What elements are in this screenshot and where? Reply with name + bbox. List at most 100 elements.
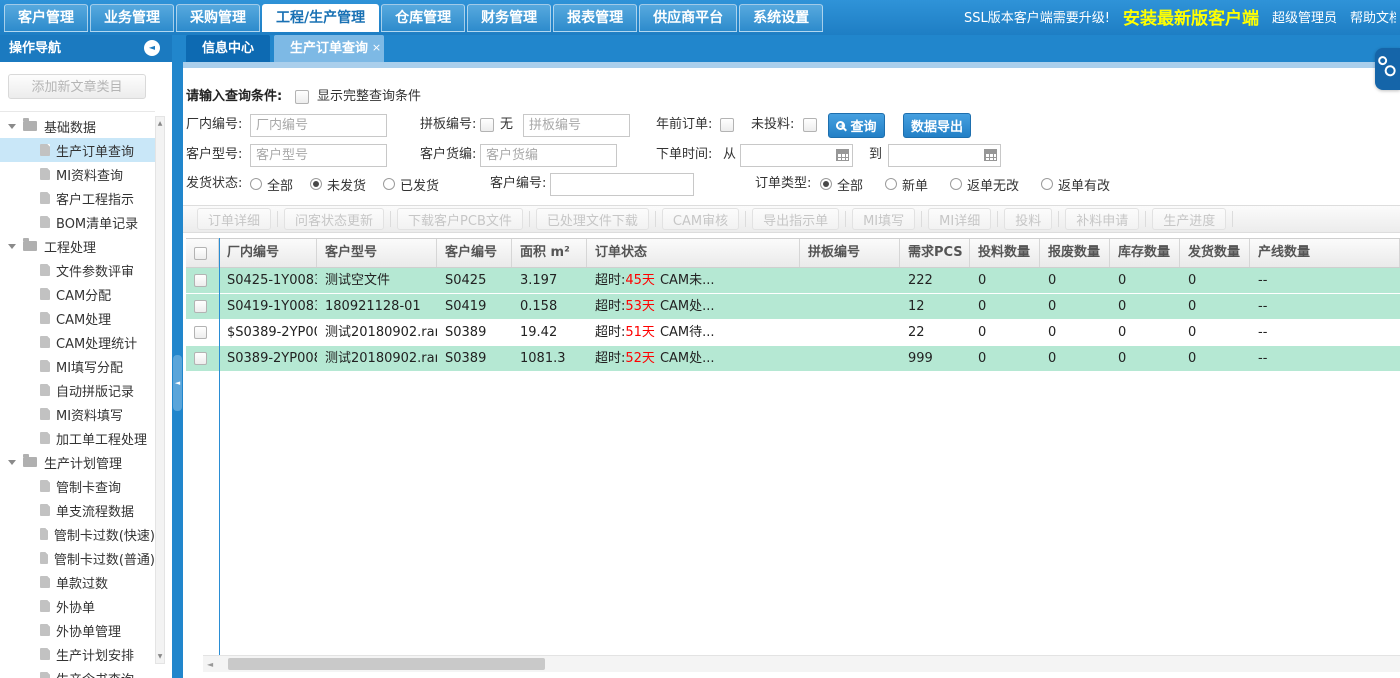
- customer-no-input[interactable]: [550, 173, 694, 196]
- not-fed-checkbox[interactable]: [803, 118, 817, 132]
- support-float-icon[interactable]: [1375, 48, 1400, 90]
- column-header[interactable]: 库存数量: [1110, 239, 1180, 267]
- toolbar-button[interactable]: MI详细: [928, 208, 991, 230]
- search-button[interactable]: 查询: [828, 113, 885, 138]
- help-link[interactable]: 帮助文档: [1350, 7, 1396, 26]
- radio-option[interactable]: 全部: [250, 175, 293, 194]
- column-header[interactable]: 投料数量: [970, 239, 1040, 267]
- factory-no-input[interactable]: [250, 114, 387, 137]
- toolbar-button[interactable]: 补料申请: [1065, 208, 1139, 230]
- tree-item[interactable]: CAM处理: [0, 306, 155, 330]
- radio-option[interactable]: 已发货: [383, 175, 439, 194]
- row-checkbox[interactable]: [194, 326, 207, 339]
- table-row[interactable]: S0389-2YP00811 测试20180902.rar S0389 1081…: [186, 346, 1400, 372]
- install-client-link[interactable]: 安装最新版客户端: [1123, 4, 1259, 29]
- caret-down-icon[interactable]: [8, 124, 16, 129]
- column-header[interactable]: 客户编号: [437, 239, 512, 267]
- table-row[interactable]: S0425-1Y00833 测试空文件 S0425 3.197 超时:45天CA…: [186, 268, 1400, 294]
- nav-tab[interactable]: 供应商平台: [639, 4, 737, 32]
- nav-tab[interactable]: 财务管理: [467, 4, 551, 32]
- tree-item[interactable]: 外协单管理: [0, 618, 155, 642]
- nav-tab[interactable]: 系统设置: [739, 4, 823, 32]
- tree-item[interactable]: 单款过数: [0, 570, 155, 594]
- toolbar-button[interactable]: MI填写: [852, 208, 915, 230]
- nav-tab[interactable]: 业务管理: [90, 4, 174, 32]
- row-checkbox[interactable]: [194, 300, 207, 313]
- toolbar-button[interactable]: 导出指示单: [752, 208, 839, 230]
- order-time-from-input[interactable]: [740, 144, 853, 167]
- table-row[interactable]: S0419-1Y0083... 180921128-01 S0419 0.158…: [186, 294, 1400, 320]
- calendar-icon[interactable]: [984, 149, 997, 161]
- select-all-checkbox[interactable]: [194, 247, 207, 260]
- table-row[interactable]: $S0389-2YP00... 测试20180902.rar S0389 19.…: [186, 320, 1400, 346]
- export-button[interactable]: 数据导出: [903, 113, 971, 138]
- toolbar-button[interactable]: CAM审核: [662, 208, 739, 230]
- scroll-up-icon[interactable]: ▲: [156, 120, 164, 127]
- column-header[interactable]: 厂内编号: [219, 239, 317, 267]
- panel-splitter[interactable]: ◄: [172, 62, 183, 678]
- column-header[interactable]: 拼板编号: [800, 239, 900, 267]
- nav-tab[interactable]: 工程/生产管理: [262, 4, 379, 32]
- tree-item[interactable]: 生产计划管理: [0, 450, 155, 474]
- content-tab[interactable]: 生产订单查询 ×: [274, 35, 384, 62]
- tree-item[interactable]: 管制卡过数(快速): [0, 522, 155, 546]
- tree-item[interactable]: 单支流程数据: [0, 498, 155, 522]
- tree-item[interactable]: 工程处理: [0, 234, 155, 258]
- column-header[interactable]: 客户型号: [317, 239, 437, 267]
- splitter-collapse-handle[interactable]: ◄: [173, 355, 182, 411]
- customer-model-input[interactable]: [250, 144, 387, 167]
- tree-item[interactable]: 管制卡过数(普通): [0, 546, 155, 570]
- horizontal-scrollbar[interactable]: ◄: [203, 655, 1400, 672]
- panel-no-input[interactable]: [523, 114, 630, 137]
- sidebar-scrollbar[interactable]: ▲ ▼: [155, 116, 165, 664]
- order-time-to-input[interactable]: [888, 144, 1001, 167]
- tree-item[interactable]: 生产计划安排: [0, 642, 155, 666]
- column-header[interactable]: 产线数量: [1250, 239, 1400, 267]
- panel-none-checkbox[interactable]: [480, 118, 494, 132]
- toolbar-button[interactable]: 问客状态更新: [284, 208, 384, 230]
- column-header[interactable]: 需求PCS: [900, 239, 970, 267]
- column-header[interactable]: 报废数量: [1040, 239, 1110, 267]
- tree-item[interactable]: 生产令书查询: [0, 666, 155, 678]
- customer-code-input[interactable]: [480, 144, 617, 167]
- nav-tab[interactable]: 仓库管理: [381, 4, 465, 32]
- show-full-checkbox[interactable]: [295, 90, 309, 104]
- horizontal-scroll-thumb[interactable]: [228, 658, 545, 670]
- column-header[interactable]: 订单状态: [587, 239, 800, 267]
- scroll-down-icon[interactable]: ▼: [156, 653, 164, 660]
- tree-item[interactable]: 自动拼版记录: [0, 378, 155, 402]
- tree-item[interactable]: MI资料填写: [0, 402, 155, 426]
- column-header[interactable]: 发货数量: [1180, 239, 1250, 267]
- nav-tab[interactable]: 客户管理: [4, 4, 88, 32]
- nav-tab[interactable]: 报表管理: [553, 4, 637, 32]
- toolbar-button[interactable]: 投料: [1004, 208, 1052, 230]
- pre-year-checkbox[interactable]: [720, 118, 734, 132]
- add-category-button[interactable]: 添加新文章类目: [8, 74, 146, 99]
- toolbar-button[interactable]: 下载客户PCB文件: [397, 208, 523, 230]
- tree-item[interactable]: 管制卡查询: [0, 474, 155, 498]
- scroll-left-icon[interactable]: ◄: [207, 656, 213, 673]
- radio-option[interactable]: 返单有改: [1041, 175, 1110, 194]
- toolbar-button[interactable]: 已处理文件下载: [536, 208, 649, 230]
- nav-tab[interactable]: 采购管理: [176, 4, 260, 32]
- tree-item[interactable]: 文件参数评审: [0, 258, 155, 282]
- tree-item[interactable]: MI填写分配: [0, 354, 155, 378]
- tree-item[interactable]: 生产订单查询: [0, 138, 155, 162]
- tree-item[interactable]: 外协单: [0, 594, 155, 618]
- toolbar-button[interactable]: 订单详细: [197, 208, 271, 230]
- row-checkbox[interactable]: [194, 274, 207, 287]
- radio-option[interactable]: 未发货: [310, 175, 366, 194]
- tree-item[interactable]: CAM分配: [0, 282, 155, 306]
- tree-item[interactable]: CAM处理统计: [0, 330, 155, 354]
- row-checkbox[interactable]: [194, 352, 207, 365]
- caret-down-icon[interactable]: [8, 244, 16, 249]
- tree-item[interactable]: MI资料查询: [0, 162, 155, 186]
- radio-option[interactable]: 返单无改: [950, 175, 1019, 194]
- tree-item[interactable]: 客户工程指示: [0, 186, 155, 210]
- radio-option[interactable]: 全部: [820, 175, 863, 194]
- close-icon[interactable]: ×: [372, 34, 381, 61]
- tree-item[interactable]: BOM清单记录: [0, 210, 155, 234]
- toolbar-button[interactable]: 生产进度: [1152, 208, 1226, 230]
- sidebar-collapse-icon[interactable]: ◄: [144, 40, 160, 56]
- current-user[interactable]: 超级管理员: [1272, 7, 1337, 26]
